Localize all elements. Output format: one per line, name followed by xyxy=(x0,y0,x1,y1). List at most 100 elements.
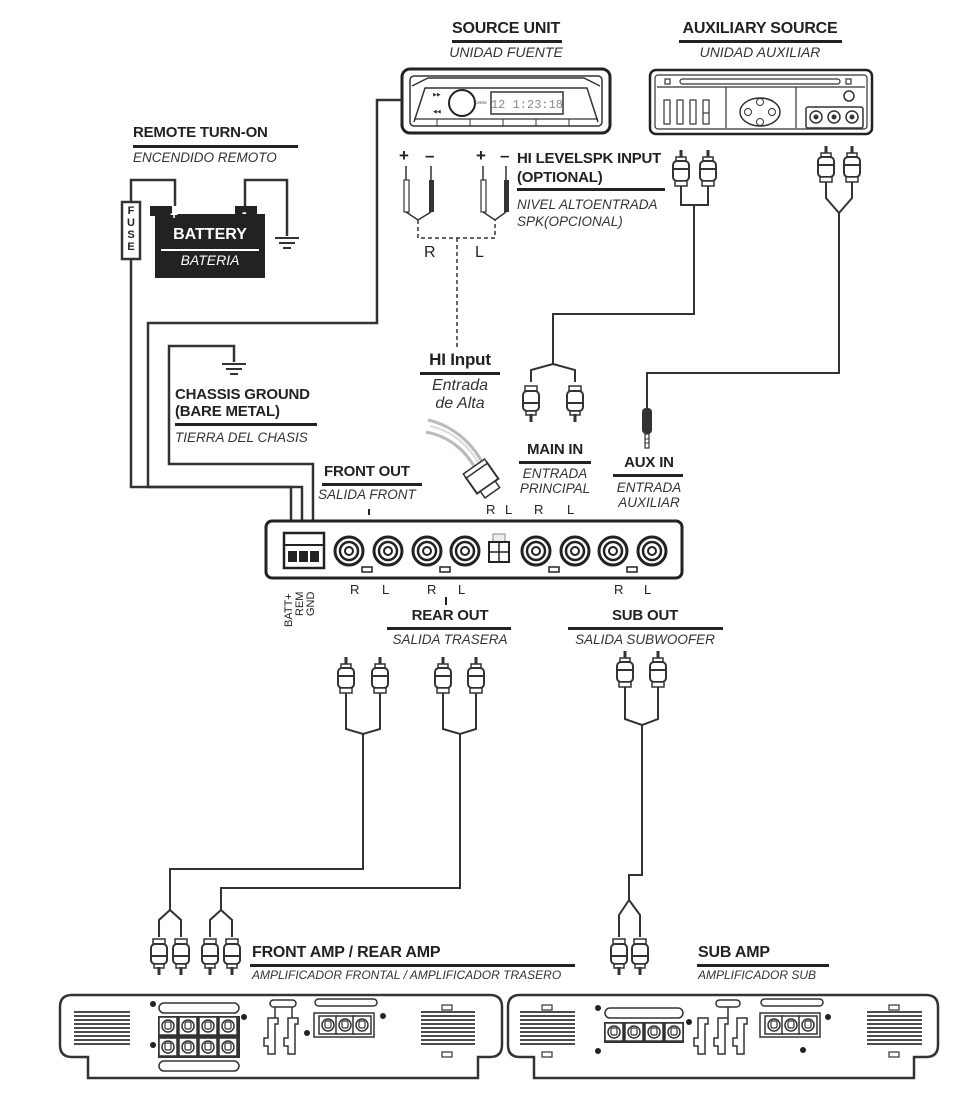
rca-plug-icon xyxy=(672,149,690,187)
wiring-diagram: 12 1:23:18 TORRE ▶▶ ◀◀ xyxy=(58,67,940,1080)
main-in-subtitle-2: PRINCIPAL xyxy=(519,481,591,496)
front-rear-amp-subtitle: AMPLIFICADOR FRONTAL / AMPLIFICADOR TRAS… xyxy=(252,968,562,982)
front-out-subtitle: SALIDA FRONT xyxy=(318,487,416,502)
battery-title: BATTERY xyxy=(173,226,247,243)
front-out-r-jack xyxy=(333,535,365,567)
rear-out-title: REAR OUT xyxy=(411,607,489,624)
divider xyxy=(697,964,829,967)
source-unit-title: SOURCE UNIT xyxy=(451,20,561,37)
front-rear-amp-title: FRONT AMP / REAR AMP xyxy=(252,944,441,961)
sub-out-r-label: R xyxy=(614,582,624,597)
sub-out-title: SUB OUT xyxy=(611,607,679,624)
aux-in-wire xyxy=(646,213,840,408)
rear-out-l-jack xyxy=(449,535,481,567)
divider xyxy=(387,627,511,630)
divider xyxy=(175,423,317,426)
main-in-r-jack xyxy=(520,535,552,567)
hi-level-speaker-wires xyxy=(403,166,509,350)
divider xyxy=(613,474,683,477)
sub-out-rca-r-icon xyxy=(616,650,634,688)
hi-l-label: L xyxy=(475,244,484,261)
source-unit-subtitle: UNIDAD FUENTE xyxy=(449,44,563,60)
sub-amp-rca-icon xyxy=(631,938,649,976)
sub-out-l-label: L xyxy=(644,582,652,597)
hi-input-l-label: L xyxy=(505,502,513,517)
hi-level-title-1: HI LEVELSPK INPUT xyxy=(517,150,662,167)
fuse-label: FUSE xyxy=(127,205,135,253)
sub-out-l-jack xyxy=(636,535,668,567)
hi-level-subtitle-1: NIVEL ALTOENTRADA xyxy=(517,197,658,212)
divider xyxy=(517,188,665,191)
chassis-ground-subtitle: TIERRA DEL CHASIS xyxy=(175,430,308,445)
rear-out-r-jack xyxy=(411,535,443,567)
front-out-r-label: R xyxy=(350,582,360,597)
front-out-l-label: L xyxy=(382,582,390,597)
chassis-ground-icon xyxy=(221,363,247,375)
sub-out-subtitle: SALIDA SUBWOOFER xyxy=(575,632,715,647)
hi-r-label: R xyxy=(424,244,436,261)
front-rear-amplifier xyxy=(58,993,504,1080)
rca-plug-icon xyxy=(817,145,835,183)
divider xyxy=(322,483,422,486)
main-in-subtitle-1: ENTRADA xyxy=(522,466,588,481)
sub-amplifier xyxy=(506,993,940,1080)
front-out-l-jack xyxy=(372,535,404,567)
ground-icon xyxy=(274,237,300,249)
hi-input-title: HI Input xyxy=(429,350,491,369)
chassis-ground-title-1: CHASSIS GROUND xyxy=(175,386,310,403)
hi-input-connector-icon xyxy=(425,418,501,499)
aux-in-title: AUX IN xyxy=(624,454,674,471)
battery-minus: - xyxy=(242,204,247,220)
aux-in-subtitle-1: ENTRADA xyxy=(616,480,682,495)
main-in-l-jack xyxy=(559,535,591,567)
rca-plug-icon xyxy=(699,149,717,187)
divider xyxy=(133,145,298,148)
sub-out-rca-l-icon xyxy=(649,650,667,688)
main-in-rca-r-icon xyxy=(522,385,540,423)
main-in-rca-l-icon xyxy=(566,385,584,423)
sub-out-cable xyxy=(628,725,643,900)
rear-amp-rca-icon xyxy=(201,938,219,976)
rear-out-subtitle: SALIDA TRASERA xyxy=(392,632,508,647)
main-in-title: MAIN IN xyxy=(526,441,584,458)
front-out-rca-r-icon xyxy=(337,656,355,694)
divider xyxy=(568,627,723,630)
hi-minus-l: – xyxy=(500,146,510,165)
remote-turn-on-subtitle: ENCENDIDO REMOTO xyxy=(133,150,277,165)
hi-input-subtitle-2: de Alta xyxy=(435,395,485,412)
sub-amp-subtitle: AMPLIFICADOR SUB xyxy=(698,968,817,982)
hi-plus-r: + xyxy=(399,146,409,165)
divider xyxy=(420,372,500,375)
svg-text:◀◀: ◀◀ xyxy=(433,109,441,115)
aux-in-subtitle-2: AUXILIAR xyxy=(618,495,680,510)
sub-out-r-jack xyxy=(597,535,629,567)
hi-level-title-2: (OPTIONAL) xyxy=(517,169,603,186)
front-amp-rca-icon xyxy=(172,938,190,976)
volume-knob xyxy=(448,89,476,117)
hi-input-subtitle-1: Entrada xyxy=(431,377,489,394)
main-in-r-label: R xyxy=(534,502,544,517)
front-out-cable xyxy=(169,734,364,910)
rear-out-l-label: L xyxy=(458,582,466,597)
brand-text: TORRE xyxy=(473,100,487,105)
rem-label: REM xyxy=(294,591,306,616)
chassis-ground-title-2: (BARE METAL) xyxy=(175,403,280,420)
auxiliary-source xyxy=(648,68,874,136)
rear-out-cable xyxy=(220,734,461,910)
hi-minus-r: – xyxy=(425,146,435,165)
sub-amp-title: SUB AMP xyxy=(698,944,770,961)
divider xyxy=(452,40,562,43)
rca-plug-icon xyxy=(843,145,861,183)
front-out-title: FRONT OUT xyxy=(324,463,410,480)
battery-subtitle: BATERIA xyxy=(180,252,240,268)
main-in-l-label: L xyxy=(567,502,575,517)
aux-source-title: AUXILIARY SOURCE xyxy=(682,20,838,37)
rear-out-rca-l-icon xyxy=(467,656,485,694)
batt-plus-label: BATT+ xyxy=(283,593,295,627)
hi-input-r-label: R xyxy=(486,502,496,517)
display-readout: 12 1:23:18 xyxy=(491,98,563,112)
battery-plus: + xyxy=(170,206,179,222)
aux-source-subtitle: UNIDAD AUXILIAR xyxy=(699,44,821,60)
gnd-label: GND xyxy=(305,591,317,616)
front-out-rca-l-icon xyxy=(371,656,389,694)
